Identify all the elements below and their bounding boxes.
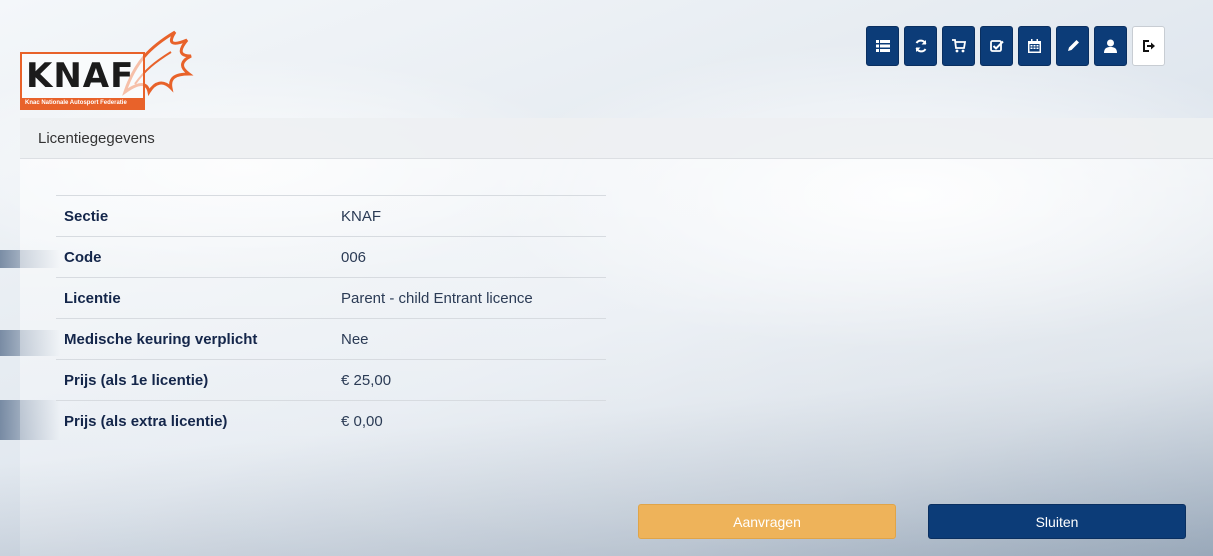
pencil-icon <box>1067 40 1079 51</box>
apply-button[interactable]: Aanvragen <box>638 504 896 539</box>
close-button[interactable]: Sluiten <box>928 504 1186 539</box>
edit-button[interactable] <box>1056 26 1089 66</box>
license-details-table: Sectie KNAF Code 006 Licentie Parent - c… <box>56 195 606 442</box>
logo-wordmark: KNAF <box>26 56 135 96</box>
logo-subtitle: Knac Nationale Autosport Federatie <box>22 98 143 108</box>
row-label-prijs-extra: Prijs (als extra licentie) <box>64 412 228 430</box>
user-icon <box>1104 39 1117 53</box>
row-label-sectie: Sectie <box>64 207 109 225</box>
logout-button[interactable] <box>1132 26 1165 66</box>
checklist-button[interactable] <box>980 26 1013 66</box>
row-value-prijs-extra: € 0,00 <box>341 412 383 430</box>
refresh-button[interactable] <box>904 26 937 66</box>
list-button[interactable] <box>866 26 899 66</box>
table-row: Sectie KNAF <box>56 195 606 237</box>
calendar-button[interactable] <box>1018 26 1051 66</box>
row-value-medische-keuring: Nee <box>341 330 369 348</box>
row-label-prijs-eerste: Prijs (als 1e licentie) <box>64 371 209 389</box>
list-icon <box>875 40 890 52</box>
logout-icon <box>1142 40 1155 52</box>
cart-button[interactable] <box>942 26 975 66</box>
row-value-licentie: Parent - child Entrant licence <box>341 289 533 307</box>
row-value-prijs-eerste: € 25,00 <box>341 371 392 389</box>
profile-button[interactable] <box>1094 26 1127 66</box>
panel-title: Licentiegegevens <box>20 118 1213 159</box>
refresh-icon <box>915 39 926 53</box>
cart-icon <box>951 39 966 53</box>
table-row: Code 006 <box>56 236 606 278</box>
license-details-panel: Sectie KNAF Code 006 Licentie Parent - c… <box>20 159 1213 556</box>
row-label-medische-keuring: Medische keuring verplicht <box>64 330 258 348</box>
row-value-code: 006 <box>341 248 367 266</box>
top-toolbar <box>866 26 1165 66</box>
row-value-sectie: KNAF <box>341 207 382 225</box>
table-row: Prijs (als 1e licentie) € 25,00 <box>56 359 606 401</box>
checkbox-icon <box>989 40 1004 52</box>
table-row: Prijs (als extra licentie) € 0,00 <box>56 400 606 442</box>
knaf-logo[interactable]: KNAF Knac Nationale Autosport Federatie <box>20 22 195 112</box>
row-label-licentie: Licentie <box>64 289 121 307</box>
table-row: Medische keuring verplicht Nee <box>56 318 606 360</box>
row-label-code: Code <box>64 248 102 266</box>
table-row: Licentie Parent - child Entrant licence <box>56 277 606 319</box>
calendar-icon <box>1028 39 1041 53</box>
